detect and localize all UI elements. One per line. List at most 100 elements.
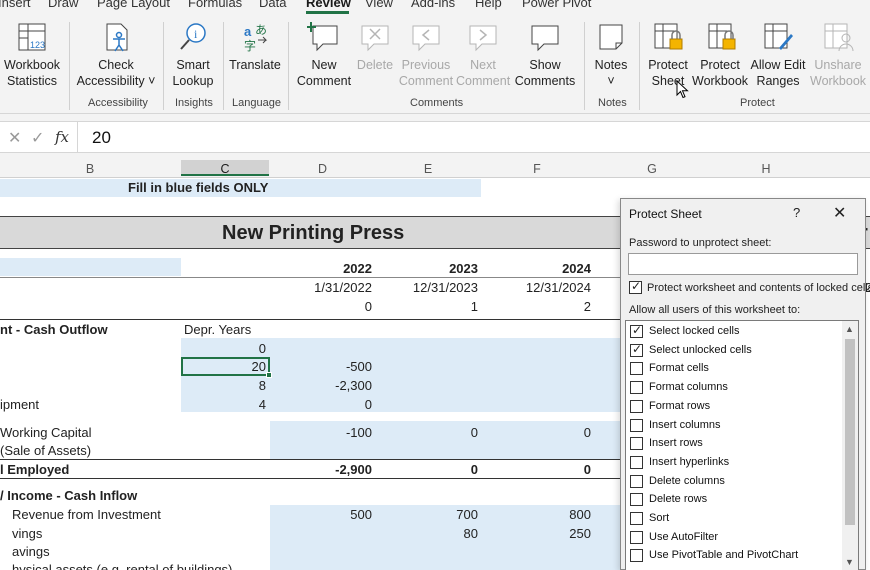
tab-help[interactable]: Help — [475, 0, 502, 10]
depr-3[interactable]: 4 — [181, 397, 266, 412]
tab-power-pivot[interactable]: Power Pivot — [522, 0, 591, 10]
checkbox[interactable] — [630, 549, 643, 563]
capex-3-d[interactable]: 0 — [270, 397, 372, 412]
checkbox[interactable] — [630, 493, 643, 507]
tab-data[interactable]: Data — [259, 0, 286, 10]
savings-f[interactable]: 250 — [481, 526, 591, 541]
ribbon-tab-bar: Insert Draw Page Layout Formulas Data Re… — [0, 0, 870, 16]
capex-2-d[interactable]: -2,300 — [270, 378, 372, 393]
option-label: Insert hyperlinks — [649, 455, 730, 468]
option-format-columns[interactable]: Format columns — [630, 379, 840, 397]
option-use-autofilter[interactable]: Use AutoFilter — [630, 529, 840, 547]
protect-workbook-button[interactable]: Protect Workbook — [692, 20, 748, 89]
capex-1-d[interactable]: -500 — [270, 359, 372, 374]
column-header-e[interactable]: E — [376, 162, 480, 176]
option-select-locked-cells[interactable]: Select locked cells — [630, 323, 840, 341]
checkbox[interactable] — [630, 530, 643, 544]
new-comment-label: New Comment — [296, 58, 352, 88]
formula-input[interactable]: 20 — [92, 128, 111, 148]
translate-label: Translate — [229, 58, 281, 72]
next-comment-button[interactable]: Next Comment — [456, 20, 510, 89]
tab-draw[interactable]: Draw — [48, 0, 78, 10]
tab-page-layout[interactable]: Page Layout — [97, 0, 170, 10]
wc-f[interactable]: 0 — [481, 425, 591, 440]
checkbox[interactable] — [630, 399, 643, 413]
list-scrollbar[interactable]: ▲ ▼ — [842, 321, 858, 570]
help-button[interactable]: ? — [793, 205, 800, 220]
tab-insert[interactable]: Insert — [0, 0, 31, 10]
column-header-c[interactable]: C — [181, 160, 269, 176]
active-tab-indicator — [306, 11, 349, 14]
option-delete-rows[interactable]: Delete rows — [630, 491, 840, 509]
row-label-revenue: Revenue from Investment — [12, 507, 161, 522]
tab-review[interactable]: Review — [306, 0, 351, 10]
checkbox[interactable] — [630, 418, 643, 432]
protect-contents-checkbox[interactable] — [629, 279, 642, 294]
group-separator — [69, 22, 70, 110]
option-delete-columns[interactable]: Delete columns — [630, 473, 840, 491]
delete-comment-button[interactable]: Delete — [356, 20, 394, 73]
scroll-down-icon[interactable]: ▼ — [845, 557, 854, 567]
previous-comment-button[interactable]: Previous Comment — [398, 20, 454, 89]
depr-1[interactable]: 20 — [181, 359, 266, 374]
option-select-unlocked-cells[interactable]: Select unlocked cells — [630, 342, 840, 360]
new-comment-button[interactable]: New Comment — [294, 20, 354, 89]
smart-lookup-button[interactable]: i Smart Lookup — [168, 20, 218, 89]
depr-2[interactable]: 8 — [181, 378, 266, 393]
tab-view[interactable]: View — [365, 0, 393, 10]
allow-users-label: Allow all users of this worksheet to: — [629, 304, 801, 316]
password-field[interactable] — [628, 253, 858, 275]
tab-add-ins[interactable]: Add-ins — [411, 0, 455, 10]
notes-button[interactable]: Notes ˅ — [590, 20, 632, 89]
column-header-d[interactable]: D — [270, 162, 375, 176]
checkbox[interactable] — [630, 512, 643, 525]
column-header-h[interactable]: H — [711, 162, 821, 176]
notes-icon — [599, 24, 623, 50]
revenue-d[interactable]: 500 — [270, 507, 372, 522]
revenue-f[interactable]: 800 — [481, 507, 591, 522]
cancel-icon[interactable]: ✕ — [8, 128, 21, 148]
checkbox[interactable] — [630, 437, 643, 451]
option-format-rows[interactable]: Format rows — [630, 398, 840, 416]
wc-e[interactable]: 0 — [376, 425, 478, 440]
enter-check-icon[interactable]: ✓ — [31, 128, 44, 148]
insights-group-label: Insights — [175, 97, 213, 109]
total-f: 0 — [583, 462, 591, 477]
checkbox[interactable] — [630, 474, 643, 488]
column-header-g[interactable]: G — [594, 162, 710, 176]
dialog-title: Protect Sheet — [629, 207, 702, 221]
scrollbar-thumb[interactable] — [845, 339, 855, 525]
checkbox[interactable] — [630, 362, 643, 376]
tab-formulas[interactable]: Formulas — [188, 0, 242, 10]
checkbox[interactable] — [630, 455, 643, 469]
translate-button[interactable]: a あ 字 Translate — [228, 20, 282, 73]
wc-d[interactable]: -100 — [270, 425, 372, 440]
checkbox[interactable] — [630, 381, 643, 395]
revenue-e[interactable]: 700 — [376, 507, 478, 522]
option-format-cells[interactable]: Format cells — [630, 360, 840, 378]
scroll-up-icon[interactable]: ▲ — [845, 324, 854, 334]
next-comment-icon — [469, 25, 497, 52]
allow-edit-ranges-button[interactable]: Allow Edit Ranges — [750, 20, 806, 89]
checkbox[interactable] — [630, 323, 643, 338]
insert-function-icon[interactable]: fx — [55, 128, 69, 146]
option-label: Format columns — [649, 381, 728, 394]
option-sort[interactable]: Sort — [630, 510, 840, 528]
column-header-f[interactable]: F — [481, 162, 593, 176]
workbook-statistics-button[interactable]: 123 Workbook Statistics — [4, 20, 60, 89]
option-insert-columns[interactable]: Insert columns — [630, 417, 840, 435]
protect-sheet-button[interactable]: Protect Sheet — [645, 20, 691, 89]
option-insert-hyperlinks[interactable]: Insert hyperlinks — [630, 454, 840, 472]
unshare-workbook-button[interactable]: Unshare Workbook — [810, 20, 866, 89]
option-insert-rows[interactable]: Insert rows — [630, 435, 840, 453]
depr-0[interactable]: 0 — [181, 341, 266, 356]
check-accessibility-button[interactable]: Check Accessibility ˅ — [76, 20, 156, 89]
checkbox[interactable] — [630, 342, 643, 357]
workbook-statistics-icon: 123 — [18, 23, 46, 51]
option-label: Insert columns — [649, 418, 721, 431]
close-icon[interactable]: ✕ — [833, 203, 846, 223]
show-comments-button[interactable]: Show Comments — [512, 20, 578, 89]
option-use-pivottable[interactable]: Use PivotTable and PivotChart — [630, 547, 840, 565]
column-header-b[interactable]: B — [0, 162, 180, 176]
savings-e[interactable]: 80 — [376, 526, 478, 541]
